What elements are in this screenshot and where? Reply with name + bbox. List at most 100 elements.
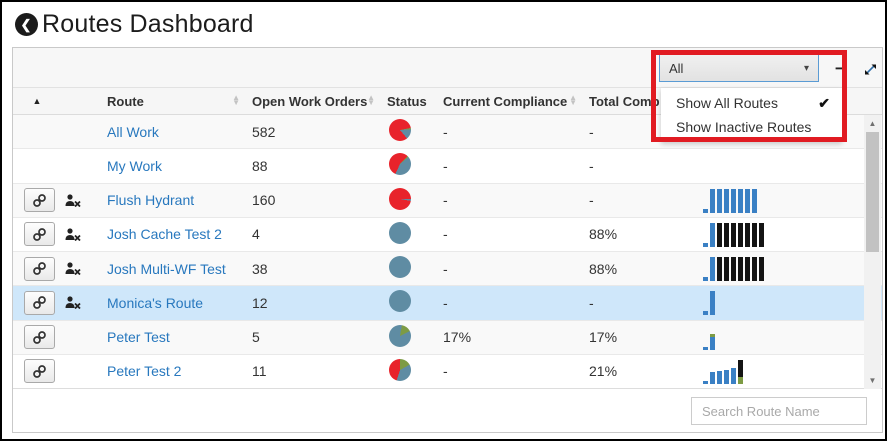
history-bar	[731, 189, 736, 213]
history-bar	[710, 189, 715, 213]
link-route-button[interactable]	[24, 359, 55, 383]
status-pie-chart	[389, 222, 411, 244]
status-pie-chart	[389, 290, 411, 312]
link-route-button[interactable]	[24, 188, 55, 212]
history-bar	[724, 223, 729, 247]
menu-item-show-all-routes[interactable]: Show All Routes ✔	[661, 91, 842, 115]
status-pie-chart	[389, 325, 411, 347]
expand-button[interactable]	[858, 57, 882, 81]
header-sort-state[interactable]: ▲	[13, 88, 61, 114]
history-bar	[703, 209, 708, 213]
compliance-history-chart	[697, 188, 882, 213]
open-work-orders-value: 4	[248, 226, 383, 242]
status-pie-chart	[389, 188, 411, 210]
link-route-button[interactable]	[24, 291, 55, 315]
menu-item-show-inactive-routes[interactable]: Show Inactive Routes	[661, 115, 842, 139]
link-icon	[32, 227, 47, 242]
current-compliance-value: 17%	[439, 329, 585, 345]
search-route-input[interactable]	[691, 397, 867, 425]
history-bar	[738, 189, 743, 213]
route-link[interactable]: Peter Test	[107, 329, 170, 345]
history-bar	[717, 223, 722, 247]
history-bar	[710, 334, 715, 350]
history-bar	[745, 257, 750, 281]
status-pie-chart	[389, 119, 411, 141]
header-status[interactable]: Status	[383, 88, 439, 114]
header-route[interactable]: Route ▲▼	[103, 88, 248, 114]
table-row[interactable]: Monica's Route12--	[13, 286, 882, 320]
compliance-history-chart	[697, 256, 882, 281]
route-link[interactable]: Monica's Route	[107, 295, 203, 311]
history-bar	[745, 189, 750, 213]
table-row[interactable]: My Work88--	[13, 149, 882, 183]
route-link[interactable]: Flush Hydrant	[107, 192, 194, 208]
sort-icons[interactable]: ▲▼	[569, 96, 577, 106]
history-bar	[738, 257, 743, 281]
back-button[interactable]: ❮	[15, 13, 38, 36]
sort-icons[interactable]: ▲▼	[232, 96, 240, 106]
history-bar	[703, 243, 708, 247]
status-pie-chart	[389, 359, 411, 381]
link-route-button[interactable]	[24, 257, 55, 281]
sort-icons[interactable]: ▲▼	[367, 96, 375, 106]
scroll-up-button[interactable]: ▲	[864, 116, 881, 131]
page-title: Routes Dashboard	[42, 10, 254, 39]
route-link[interactable]: My Work	[107, 158, 162, 174]
history-bar	[738, 360, 743, 384]
unassign-user-icon[interactable]	[65, 228, 81, 241]
minimize-icon: −	[835, 59, 845, 79]
history-bar	[759, 257, 764, 281]
table-body: All Work582--My Work88--Flush Hydrant160…	[13, 115, 882, 389]
scroll-down-button[interactable]: ▼	[864, 373, 881, 388]
unassign-user-icon[interactable]	[65, 296, 81, 309]
caret-down-icon: ▾	[804, 63, 809, 74]
compliance-history-chart	[697, 359, 882, 384]
link-icon	[32, 364, 47, 379]
unassign-user-icon[interactable]	[65, 262, 81, 275]
open-work-orders-value: 160	[248, 192, 383, 208]
total-compliance-value: -	[585, 192, 693, 208]
sort-ascending-icon: ▲	[33, 96, 42, 106]
header-current-compliance[interactable]: Current Compliance ▲▼	[439, 88, 585, 114]
compliance-history-chart	[697, 290, 882, 315]
table-row[interactable]: Josh Multi-WF Test 38 -88%	[13, 252, 882, 286]
route-link[interactable]: Josh Multi-WF Test	[107, 261, 226, 277]
table-row[interactable]: Josh Cache Test 24-88%	[13, 218, 882, 252]
total-compliance-value: -	[585, 158, 693, 174]
table-row[interactable]: Flush Hydrant160--	[13, 184, 882, 218]
route-link[interactable]: All Work	[107, 124, 159, 140]
history-bar	[703, 347, 708, 350]
table-row[interactable]: Peter Test517%17%	[13, 321, 882, 355]
routes-panel: All ▾ − ▲ Route ▲▼	[12, 47, 883, 433]
history-bar	[745, 223, 750, 247]
link-icon	[32, 330, 47, 345]
open-work-orders-value: 12	[248, 295, 383, 311]
unassign-user-icon[interactable]	[65, 194, 81, 207]
scrollbar-thumb[interactable]	[866, 132, 879, 252]
total-compliance-value: 88%	[585, 261, 693, 277]
titlebar: ❮ Routes Dashboard	[2, 2, 885, 47]
current-compliance-value: -	[439, 261, 585, 277]
check-icon: ✔	[818, 95, 830, 112]
open-work-orders-value: 88	[248, 158, 383, 174]
compliance-history-chart	[697, 153, 882, 178]
table-row[interactable]: Peter Test 211-21%	[13, 355, 882, 389]
link-icon	[32, 261, 47, 276]
route-filter-dropdown[interactable]: All ▾	[659, 54, 819, 82]
collapse-button[interactable]: −	[828, 57, 852, 81]
route-link[interactable]: Peter Test 2	[107, 363, 181, 379]
route-link[interactable]: Josh Cache Test 2	[107, 226, 222, 242]
history-bar	[703, 381, 708, 384]
route-filter-value: All	[669, 61, 683, 76]
filter-menu: Show All Routes ✔ Show Inactive Routes	[661, 88, 842, 142]
header-open-work-orders[interactable]: Open Work Orders ▲▼	[248, 88, 383, 114]
open-work-orders-value: 38	[248, 261, 383, 277]
history-bar	[717, 189, 722, 213]
history-bar	[710, 257, 715, 281]
total-compliance-value: -	[585, 295, 693, 311]
vertical-scrollbar[interactable]: ▲ ▼	[864, 115, 881, 389]
link-route-button[interactable]	[24, 325, 55, 349]
link-route-button[interactable]	[24, 222, 55, 246]
compliance-history-chart	[697, 222, 882, 247]
link-icon	[32, 193, 47, 208]
